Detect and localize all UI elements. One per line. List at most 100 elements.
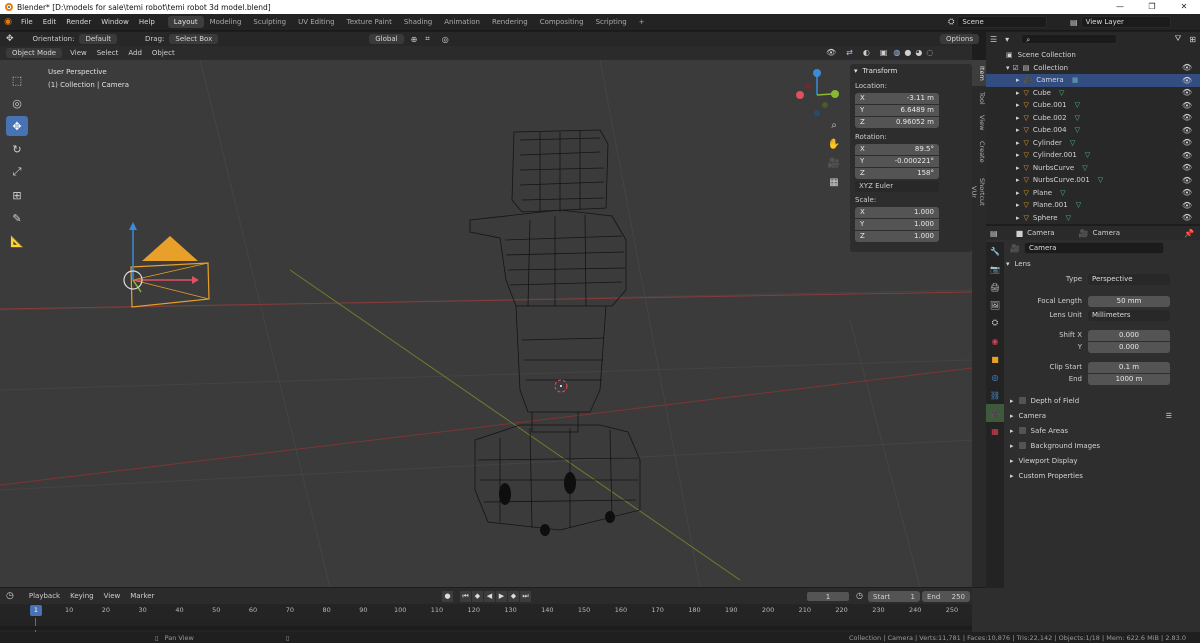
- checkbox-icon[interactable]: ☑: [1013, 64, 1019, 72]
- lens-unit-dropdown[interactable]: Millimeters: [1088, 309, 1170, 321]
- view-layer-field[interactable]: View Layer: [1080, 16, 1171, 28]
- select-tool-icon[interactable]: ⬚: [6, 70, 28, 90]
- rotation-mode-dropdown[interactable]: XYZ Euler: [855, 181, 939, 192]
- annotate-tool-icon[interactable]: ✎: [6, 208, 28, 228]
- menu-file[interactable]: File: [16, 18, 38, 26]
- gizmo-icon[interactable]: ⇄: [846, 48, 853, 57]
- mesh-data-icon[interactable]: ▽: [1076, 201, 1081, 209]
- outliner-filter-icon[interactable]: ▾: [1005, 35, 1009, 44]
- menu-edit[interactable]: Edit: [38, 18, 62, 26]
- sidebar-tab-item[interactable]: Item: [972, 60, 986, 86]
- timeline-scrollbar[interactable]: [0, 626, 972, 630]
- visibility-eye-icon[interactable]: 👁: [1182, 201, 1192, 210]
- tab-shading[interactable]: Shading: [398, 16, 438, 28]
- move-tool-icon[interactable]: ✥: [6, 116, 28, 136]
- expand-icon[interactable]: ▸: [1016, 214, 1020, 222]
- options-dropdown[interactable]: Options: [940, 34, 980, 44]
- expand-icon[interactable]: ▾: [1006, 64, 1010, 72]
- mesh-data-icon[interactable]: ▽: [1059, 89, 1064, 97]
- visibility-eye-icon[interactable]: 👁: [1182, 101, 1192, 110]
- tab-texture-paint[interactable]: Texture Paint: [341, 16, 398, 28]
- location-z-field[interactable]: Z 0.96052 m: [855, 117, 939, 128]
- scale-z-field[interactable]: Z 1.000: [855, 231, 939, 242]
- visibility-eye-icon[interactable]: 👁: [1182, 88, 1192, 97]
- outliner-item[interactable]: ▸ ▽ NurbsCurve.001 ▽ 👁: [986, 174, 1200, 187]
- zoom-icon[interactable]: ⌕: [826, 120, 842, 139]
- drag-dropdown[interactable]: Select Box: [169, 34, 219, 44]
- expand-icon[interactable]: ▸: [1016, 189, 1020, 197]
- outliner-scene-collection[interactable]: ▣ Scene Collection: [986, 49, 1200, 62]
- visibility-eye-icon[interactable]: 👁: [1182, 151, 1192, 160]
- object-properties-icon[interactable]: ■: [986, 350, 1004, 368]
- record-icon[interactable]: ●: [442, 591, 453, 602]
- play-reverse-icon[interactable]: ◀: [484, 591, 495, 602]
- datablock-icon[interactable]: 🎥: [1010, 244, 1020, 253]
- rotate-tool-icon[interactable]: ↻: [6, 139, 28, 159]
- mesh-data-icon[interactable]: ▽: [1075, 101, 1080, 109]
- camera-object[interactable]: [123, 222, 210, 308]
- shift-y-field[interactable]: 0.000: [1088, 341, 1170, 353]
- preview-range-icon[interactable]: ◷: [856, 591, 863, 600]
- tab-scripting[interactable]: Scripting: [590, 16, 633, 28]
- scale-x-field[interactable]: X 1.000: [855, 207, 939, 218]
- viewport-menu-select[interactable]: Select: [92, 48, 124, 58]
- lens-panel-header[interactable]: ▾ Lens: [986, 256, 1200, 271]
- tab-sculpting[interactable]: Sculpting: [247, 16, 292, 28]
- pivot-icon[interactable]: ⊕: [411, 35, 418, 44]
- mesh-data-icon[interactable]: ▽: [1085, 151, 1090, 159]
- focal-length-field[interactable]: 50 mm: [1088, 295, 1170, 307]
- outliner-search-input[interactable]: ⌕: [1021, 34, 1117, 44]
- timeline-editor-icon[interactable]: ◷: [6, 591, 14, 601]
- scene-field[interactable]: Scene: [957, 16, 1048, 28]
- mesh-data-icon[interactable]: ▽: [1082, 164, 1087, 172]
- output-properties-icon[interactable]: 🖨: [986, 278, 1004, 296]
- transform-tool-icon[interactable]: ⊞: [6, 185, 28, 205]
- visibility-eye-icon[interactable]: 👁: [1182, 76, 1192, 85]
- constraints-properties-icon[interactable]: ⛓: [986, 386, 1004, 404]
- world-properties-icon[interactable]: ◉: [986, 332, 1004, 350]
- visibility-icon[interactable]: 👁: [826, 48, 836, 57]
- menu-render[interactable]: Render: [61, 18, 96, 26]
- tool-settings-icon[interactable]: ✥: [6, 34, 14, 44]
- robot-wireframe[interactable]: [469, 129, 641, 531]
- menu-help[interactable]: Help: [134, 18, 160, 26]
- timeline-menu-playback[interactable]: Playback: [24, 591, 65, 601]
- view-layer-properties-icon[interactable]: 🖼: [986, 296, 1004, 314]
- outliner-item[interactable]: ▸ 🎥 Camera ■ 👁: [986, 74, 1200, 87]
- physics-properties-icon[interactable]: ◎: [986, 368, 1004, 386]
- cursor-tool-icon[interactable]: ◎: [6, 93, 28, 113]
- solid-shading-icon[interactable]: ●: [904, 48, 911, 57]
- tab-modeling[interactable]: Modeling: [204, 16, 248, 28]
- properties-editor-icon[interactable]: ▤: [990, 229, 998, 238]
- safe-areas-checkbox[interactable]: [1018, 427, 1026, 434]
- outliner-editor-icon[interactable]: ☰: [990, 35, 997, 44]
- depth-of-field-panel[interactable]: ▸ Depth of Field: [986, 393, 1200, 408]
- depth-of-field-checkbox[interactable]: [1018, 397, 1026, 404]
- end-frame-field[interactable]: End 250: [922, 591, 970, 602]
- clip-start-field[interactable]: 0.1 m: [1088, 361, 1170, 373]
- tab-layout[interactable]: Layout: [167, 16, 204, 28]
- timeline-menu-keying[interactable]: Keying: [65, 591, 99, 601]
- sidebar-tab-shortcut-vur[interactable]: Shortcut VUr: [970, 168, 986, 216]
- expand-icon[interactable]: ▸: [1016, 89, 1020, 97]
- mesh-data-icon[interactable]: ▽: [1075, 114, 1080, 122]
- outliner-item[interactable]: ▸ ▽ Cube.001 ▽ 👁: [986, 99, 1200, 112]
- navigation-gizmo[interactable]: [796, 69, 839, 116]
- play-icon[interactable]: ▶: [496, 591, 507, 602]
- scene-properties-icon[interactable]: ⛭: [986, 314, 1004, 332]
- sidebar-tab-view[interactable]: View: [972, 110, 986, 136]
- scale-tool-icon[interactable]: ⤢: [6, 162, 28, 182]
- expand-icon[interactable]: ▸: [1016, 151, 1020, 159]
- scale-y-field[interactable]: Y 1.000: [855, 219, 939, 230]
- camera-panel[interactable]: ▸ Camera ☰: [986, 408, 1200, 423]
- outliner-item[interactable]: ▸ ▽ Plane ▽ 👁: [986, 187, 1200, 200]
- 3d-cursor[interactable]: [554, 379, 568, 393]
- maximize-button[interactable]: ❐: [1136, 0, 1168, 14]
- camera-data-properties-icon[interactable]: 🎥: [986, 404, 1004, 422]
- background-images-checkbox[interactable]: [1018, 442, 1026, 449]
- blender-menu-icon[interactable]: ◉: [0, 17, 16, 27]
- orientation-dropdown[interactable]: Default: [79, 34, 118, 44]
- visibility-eye-icon[interactable]: 👁: [1182, 163, 1192, 172]
- xray-icon[interactable]: ▣: [880, 48, 888, 57]
- texture-properties-icon[interactable]: ▦: [986, 422, 1004, 440]
